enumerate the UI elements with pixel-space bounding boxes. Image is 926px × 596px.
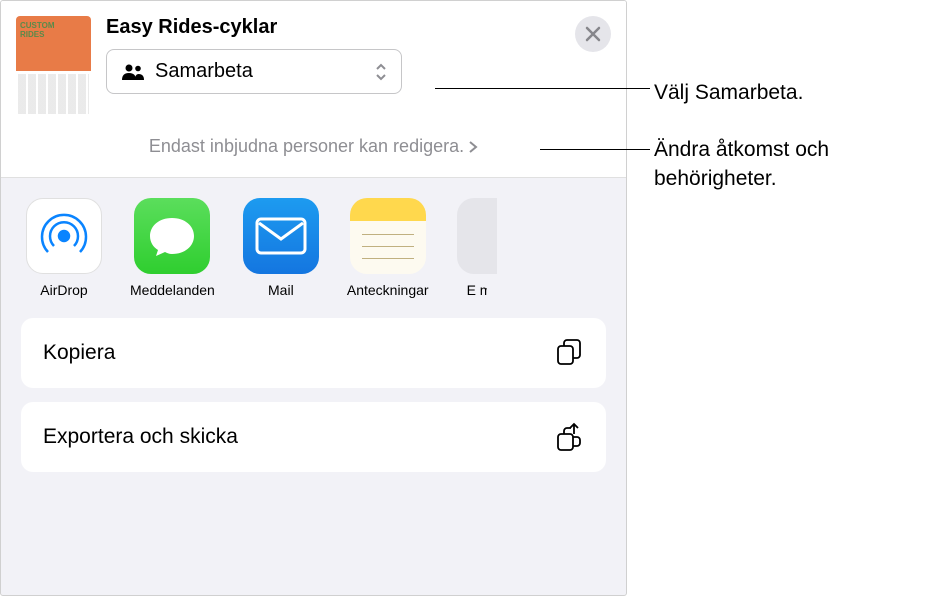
actions-list: Kopiera Exportera och skicka bbox=[1, 318, 626, 472]
document-thumbnail bbox=[16, 16, 91, 116]
dropdown-label: Samarbeta bbox=[155, 60, 365, 83]
chevron-updown-icon bbox=[375, 63, 387, 81]
header-content: Easy Rides-cyklar Samarbeta bbox=[106, 16, 560, 94]
app-label: Meddelanden bbox=[130, 282, 215, 298]
share-apps-row: AirDrop Meddelanden Mail Anteckningar bbox=[1, 178, 626, 318]
annotation-2: Ändra åtkomst och behörigheter. bbox=[654, 135, 926, 194]
annotation-leader-2 bbox=[540, 149, 650, 150]
access-settings-row[interactable]: Endast inbjudna personer kan redigera. bbox=[16, 136, 611, 157]
app-notes[interactable]: Anteckningar bbox=[347, 198, 429, 298]
action-copy[interactable]: Kopiera bbox=[21, 318, 606, 388]
more-icon bbox=[457, 198, 497, 274]
copy-icon bbox=[554, 338, 584, 368]
annotation-1: Välj Samarbeta. bbox=[654, 78, 803, 107]
share-sheet: Easy Rides-cyklar Samarbeta bbox=[0, 0, 627, 596]
messages-icon bbox=[134, 198, 210, 274]
access-subtitle: Endast inbjudna personer kan redigera. bbox=[149, 136, 464, 157]
airdrop-icon bbox=[26, 198, 102, 274]
action-label: Kopiera bbox=[43, 341, 115, 365]
action-label: Exportera och skicka bbox=[43, 425, 238, 449]
close-icon bbox=[585, 26, 601, 42]
close-button[interactable] bbox=[575, 16, 611, 52]
export-icon bbox=[554, 422, 584, 452]
annotation-leader-1 bbox=[435, 88, 650, 89]
document-title: Easy Rides-cyklar bbox=[106, 16, 560, 39]
mail-icon bbox=[243, 198, 319, 274]
app-label: Mail bbox=[268, 282, 294, 298]
chevron-right-icon bbox=[468, 140, 478, 154]
app-messages[interactable]: Meddelanden bbox=[130, 198, 215, 298]
app-label: AirDrop bbox=[40, 282, 87, 298]
header-top-row: Easy Rides-cyklar Samarbeta bbox=[16, 16, 611, 116]
people-icon bbox=[121, 64, 145, 80]
app-more[interactable]: E m bbox=[457, 198, 497, 298]
app-airdrop[interactable]: AirDrop bbox=[26, 198, 102, 298]
notes-icon bbox=[350, 198, 426, 274]
share-header: Easy Rides-cyklar Samarbeta bbox=[1, 1, 626, 178]
app-label: Anteckningar bbox=[347, 282, 429, 298]
app-label: E m bbox=[467, 282, 487, 298]
app-mail[interactable]: Mail bbox=[243, 198, 319, 298]
collaborate-dropdown[interactable]: Samarbeta bbox=[106, 49, 402, 94]
action-export[interactable]: Exportera och skicka bbox=[21, 402, 606, 472]
